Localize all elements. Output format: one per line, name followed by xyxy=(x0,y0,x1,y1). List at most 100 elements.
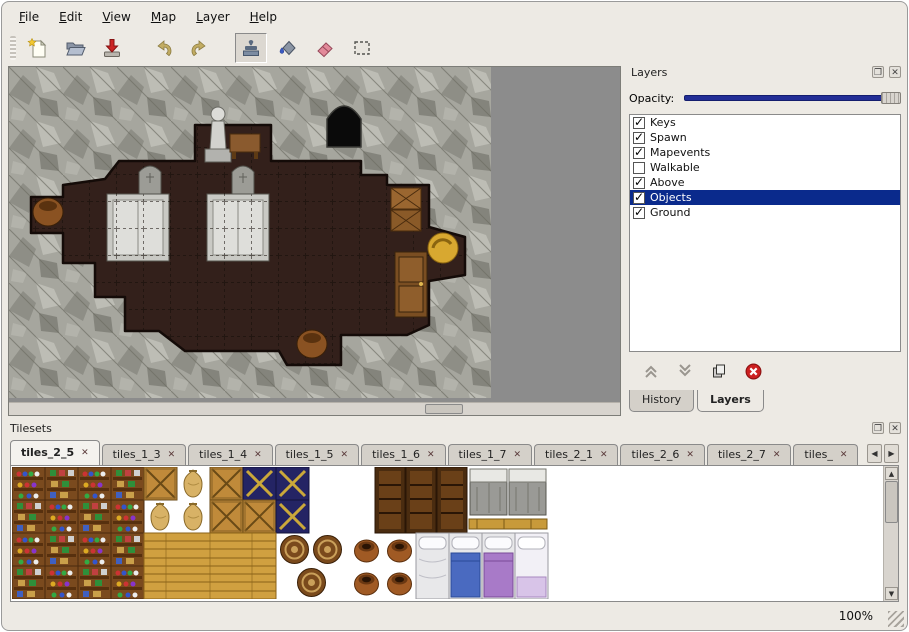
tileset-tab-label: tiles_1_5 xyxy=(286,448,334,461)
dock-tab-bar: History Layers xyxy=(629,390,767,412)
tileset-vscroll-thumb[interactable] xyxy=(885,481,898,523)
tileset-image[interactable] xyxy=(12,467,552,599)
delete-layer-button[interactable] xyxy=(743,361,763,381)
open-button[interactable] xyxy=(59,33,91,63)
tileset-vertical-scrollbar[interactable]: ▲ ▼ xyxy=(883,466,898,601)
float-dock-icon[interactable]: ❐ xyxy=(872,422,884,434)
map-canvas[interactable] xyxy=(9,67,491,398)
layer-visibility-checkbox[interactable] xyxy=(633,162,645,174)
fill-tool-icon xyxy=(277,37,299,59)
scroll-tabs-right-icon[interactable]: ▶ xyxy=(884,444,899,463)
crates[interactable] xyxy=(391,188,421,231)
resize-grip[interactable] xyxy=(888,611,904,627)
layer-row-mapevents[interactable]: Mapevents xyxy=(630,145,900,160)
stamp-tool-button[interactable] xyxy=(235,33,267,63)
tileset-tab[interactable]: tiles_1_7 ✕ xyxy=(448,444,532,465)
cabinet[interactable] xyxy=(395,252,427,317)
opacity-slider-handle[interactable] xyxy=(881,92,901,104)
toolbar-drag-handle[interactable] xyxy=(10,36,16,60)
layer-row-keys[interactable]: Keys xyxy=(630,115,900,130)
raise-layer-button[interactable] xyxy=(641,361,661,381)
fill-tool-button[interactable] xyxy=(272,33,304,63)
layer-visibility-checkbox[interactable] xyxy=(633,147,645,159)
tileset-tab-label: tiles_1_4 xyxy=(199,448,247,461)
scroll-up-icon[interactable]: ▲ xyxy=(885,467,898,480)
new-file-icon xyxy=(27,37,49,59)
menu-file[interactable]: File xyxy=(10,8,48,28)
tileset-tab[interactable]: tiles_1_4 ✕ xyxy=(188,444,272,465)
save-button[interactable] xyxy=(96,33,128,63)
layer-visibility-checkbox[interactable] xyxy=(633,207,645,219)
eraser-tool-icon xyxy=(314,37,336,59)
pot-bottom[interactable] xyxy=(297,330,327,358)
tombstone-right[interactable] xyxy=(232,166,254,194)
tileset-tab[interactable]: tiles_2_5 ✕ xyxy=(10,440,100,465)
tileset-tab[interactable]: tiles_2_7 ✕ xyxy=(707,444,791,465)
tileset-tab[interactable]: tiles_1_3 ✕ xyxy=(102,444,186,465)
map-view-panel xyxy=(8,66,621,416)
tileset-tab[interactable]: tiles_1_6 ✕ xyxy=(361,444,445,465)
layer-row-spawn[interactable]: Spawn xyxy=(630,130,900,145)
scroll-down-icon[interactable]: ▼ xyxy=(885,587,898,600)
chevron-up-icon xyxy=(643,363,659,379)
layer-row-walkable[interactable]: Walkable xyxy=(630,160,900,175)
layers-dock-title: Layers xyxy=(631,66,667,79)
duplicate-layer-button[interactable] xyxy=(709,361,729,381)
cave-entrance[interactable] xyxy=(327,106,361,147)
tileset-tab[interactable]: tiles_1_5 ✕ xyxy=(275,444,359,465)
menu-map[interactable]: Map xyxy=(142,8,185,28)
layer-name: Objects xyxy=(650,191,692,204)
tileset-tab-label: tiles_2_6 xyxy=(631,448,679,461)
close-tab-icon[interactable]: ✕ xyxy=(840,450,848,460)
layer-name: Ground xyxy=(650,206,690,219)
tab-layers[interactable]: Layers xyxy=(697,390,764,412)
layer-visibility-checkbox[interactable] xyxy=(633,192,645,204)
tileset-tab[interactable]: tiles_2_6 ✕ xyxy=(620,444,704,465)
redo-button[interactable] xyxy=(184,33,216,63)
menu-edit[interactable]: Edit xyxy=(50,8,91,28)
scroll-tabs-left-icon[interactable]: ◀ xyxy=(867,444,882,463)
layer-visibility-checkbox[interactable] xyxy=(633,117,645,129)
undo-button[interactable] xyxy=(147,33,179,63)
golden-horn[interactable] xyxy=(428,233,458,263)
tileset-tab-bar: tiles_2_5 ✕ tiles_1_3 ✕ tiles_1_4 ✕ tile… xyxy=(10,440,867,465)
select-tool-button[interactable] xyxy=(346,33,378,63)
opacity-slider[interactable] xyxy=(684,91,901,105)
eraser-tool-button[interactable] xyxy=(309,33,341,63)
layer-name: Keys xyxy=(650,116,676,129)
close-tab-icon[interactable]: ✕ xyxy=(341,450,349,460)
tombstone-left[interactable] xyxy=(139,166,161,194)
layer-name: Mapevents xyxy=(650,146,710,159)
new-file-button[interactable] xyxy=(22,33,54,63)
statusbar: 100% xyxy=(2,604,907,630)
menu-layer[interactable]: Layer xyxy=(187,8,238,28)
close-tab-icon[interactable]: ✕ xyxy=(513,450,521,460)
pot-left[interactable] xyxy=(33,198,63,226)
tilesets-dock-title: Tilesets xyxy=(10,422,52,435)
tileset-tab[interactable]: tiles_ ✕ xyxy=(793,444,858,465)
close-tab-icon[interactable]: ✕ xyxy=(81,448,89,458)
close-dock-icon[interactable]: ✕ xyxy=(889,422,901,434)
layer-row-ground[interactable]: Ground xyxy=(630,205,900,220)
float-dock-icon[interactable]: ❐ xyxy=(872,66,884,78)
close-tab-icon[interactable]: ✕ xyxy=(773,450,781,460)
menu-help[interactable]: Help xyxy=(241,8,286,28)
tileset-tab[interactable]: tiles_2_1 ✕ xyxy=(534,444,618,465)
map-horizontal-scrollbar[interactable] xyxy=(9,402,620,415)
layer-row-above[interactable]: Above xyxy=(630,175,900,190)
layer-row-objects[interactable]: Objects xyxy=(630,190,900,205)
opacity-slider-track[interactable] xyxy=(684,95,901,101)
tab-history[interactable]: History xyxy=(629,390,694,412)
close-tab-icon[interactable]: ✕ xyxy=(168,450,176,460)
close-tab-icon[interactable]: ✕ xyxy=(686,450,694,460)
close-tab-icon[interactable]: ✕ xyxy=(600,450,608,460)
stamp-tool-icon xyxy=(240,37,262,59)
layer-visibility-checkbox[interactable] xyxy=(633,132,645,144)
map-hscroll-thumb[interactable] xyxy=(425,404,463,414)
close-dock-icon[interactable]: ✕ xyxy=(889,66,901,78)
close-tab-icon[interactable]: ✕ xyxy=(254,450,262,460)
close-tab-icon[interactable]: ✕ xyxy=(427,450,435,460)
layer-visibility-checkbox[interactable] xyxy=(633,177,645,189)
lower-layer-button[interactable] xyxy=(675,361,695,381)
menu-view[interactable]: View xyxy=(93,8,139,28)
